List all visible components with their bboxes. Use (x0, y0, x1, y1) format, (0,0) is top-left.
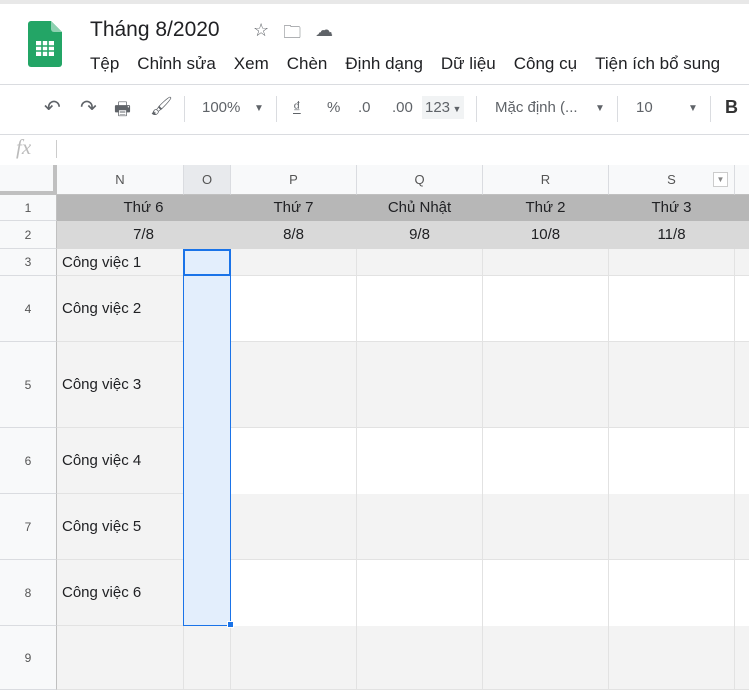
cell-n7[interactable]: Công việc 5 (57, 494, 184, 560)
cloud-saved-icon[interactable]: ☁ (315, 20, 333, 50)
formula-input[interactable] (62, 136, 742, 162)
move-folder-icon[interactable]: 🗀 (283, 20, 301, 50)
menu-insert[interactable]: Chèn (287, 54, 328, 74)
menu-edit[interactable]: Chỉnh sửa (137, 54, 215, 74)
cell-s1[interactable]: Thứ 3 (609, 195, 735, 221)
gridline (356, 249, 357, 690)
select-all-corner[interactable] (0, 165, 57, 195)
font-select[interactable]: Mặc định (... (495, 99, 578, 116)
gridline (608, 249, 609, 690)
cell-o9[interactable] (184, 626, 231, 690)
font-size-select[interactable]: 10 (636, 99, 653, 116)
sheets-logo-icon[interactable] (28, 21, 62, 67)
document-title[interactable]: Tháng 8/2020 (90, 18, 220, 42)
row-header[interactable]: 3 (0, 249, 57, 276)
cell-p1[interactable]: Thứ 7 (231, 195, 357, 221)
menu-view[interactable]: Xem (234, 54, 269, 74)
separator (476, 96, 477, 122)
paint-format-icon[interactable]: 🖌 (150, 96, 173, 117)
cell-n9[interactable] (57, 626, 184, 690)
fx-icon: fx (16, 135, 32, 159)
chevron-down-icon[interactable]: ▼ (254, 103, 264, 114)
gridline (231, 559, 749, 560)
column-header-r[interactable]: R (483, 165, 609, 195)
menu-file[interactable]: Tệp (90, 54, 119, 74)
divider (56, 140, 57, 158)
cell-s2[interactable]: 11/8 (609, 221, 735, 249)
menu-bar: Tệp Chỉnh sửa Xem Chèn Định dạng Dữ liệu… (90, 54, 720, 74)
cell-r1[interactable]: Thứ 2 (483, 195, 609, 221)
separator (184, 96, 185, 122)
cell-t2[interactable] (735, 221, 749, 249)
more-formats-label: 123 (425, 99, 451, 116)
currency-button[interactable]: ₫ (293, 99, 301, 116)
cell-n2[interactable]: 7/8 (57, 221, 231, 249)
cell-n3[interactable]: Công việc 1 (57, 249, 184, 276)
fill-handle[interactable] (227, 621, 234, 628)
chevron-down-icon[interactable]: ▼ (688, 103, 698, 114)
cell-n4[interactable]: Công việc 2 (57, 276, 184, 342)
row-header[interactable]: 9 (0, 626, 57, 690)
redo-icon[interactable]: ↷ (80, 95, 97, 120)
row-header[interactable]: 6 (0, 428, 57, 494)
row-header[interactable]: 8 (0, 560, 57, 626)
chevron-down-icon[interactable]: ▼ (595, 103, 605, 114)
row-3-band[interactable] (231, 249, 749, 276)
row-header[interactable]: 2 (0, 221, 57, 249)
row-header[interactable]: 1 (0, 195, 57, 221)
menu-addons[interactable]: Tiện ích bổ sung (595, 54, 720, 74)
cell-n1[interactable]: Thứ 6 (57, 195, 231, 221)
gridline (482, 249, 483, 690)
active-cell-o3[interactable] (183, 249, 231, 276)
separator (617, 96, 618, 122)
divider (0, 84, 749, 85)
filter-dropdown-icon[interactable]: ▼ (713, 172, 728, 187)
menu-data[interactable]: Dữ liệu (441, 54, 496, 74)
menu-format[interactable]: Định dạng (345, 54, 423, 74)
row-7-band[interactable] (231, 494, 749, 560)
column-header-p[interactable]: P (231, 165, 357, 195)
gridline (734, 249, 735, 690)
row-5-band[interactable] (231, 342, 749, 428)
decrease-decimal-button[interactable]: .0 (358, 99, 371, 116)
bold-button[interactable]: B (725, 97, 738, 118)
undo-icon[interactable]: ↶ (44, 95, 61, 120)
column-header-t[interactable] (735, 165, 749, 195)
row-header[interactable]: 4 (0, 276, 57, 342)
cell-n6[interactable]: Công việc 4 (57, 428, 184, 494)
row-header[interactable]: 5 (0, 342, 57, 428)
cell-p2[interactable]: 8/8 (231, 221, 357, 249)
star-icon[interactable]: ☆ (253, 20, 269, 50)
separator (276, 96, 277, 122)
row-header[interactable]: 7 (0, 494, 57, 560)
more-formats-button[interactable]: 123 ▼ (422, 96, 465, 119)
column-header-o[interactable]: O (184, 165, 231, 195)
cell-t1[interactable] (735, 195, 749, 221)
row-9-band[interactable] (231, 626, 749, 690)
column-header-n[interactable]: N (57, 165, 184, 195)
cell-n8[interactable]: Công việc 6 (57, 560, 184, 626)
percent-button[interactable]: % (327, 99, 340, 116)
gridline (231, 341, 749, 342)
zoom-select[interactable]: 100% (202, 99, 240, 116)
top-border (0, 0, 749, 4)
cell-q2[interactable]: 9/8 (357, 221, 483, 249)
selection-range[interactable] (183, 249, 231, 626)
column-header-q[interactable]: Q (357, 165, 483, 195)
print-icon[interactable]: 🖶 (114, 97, 131, 127)
cell-r2[interactable]: 10/8 (483, 221, 609, 249)
cell-n5[interactable]: Công việc 3 (57, 342, 184, 428)
separator (710, 96, 711, 122)
chevron-down-icon: ▼ (450, 104, 462, 114)
cell-q1[interactable]: Chủ Nhật (357, 195, 483, 221)
increase-decimal-button[interactable]: .00 (392, 99, 413, 116)
menu-tools[interactable]: Công cụ (514, 54, 577, 74)
divider (0, 134, 749, 135)
spreadsheet-grid: N O P Q R S ▼ 1 2 3 4 5 6 7 8 9 Thứ 6 Th… (0, 165, 749, 690)
